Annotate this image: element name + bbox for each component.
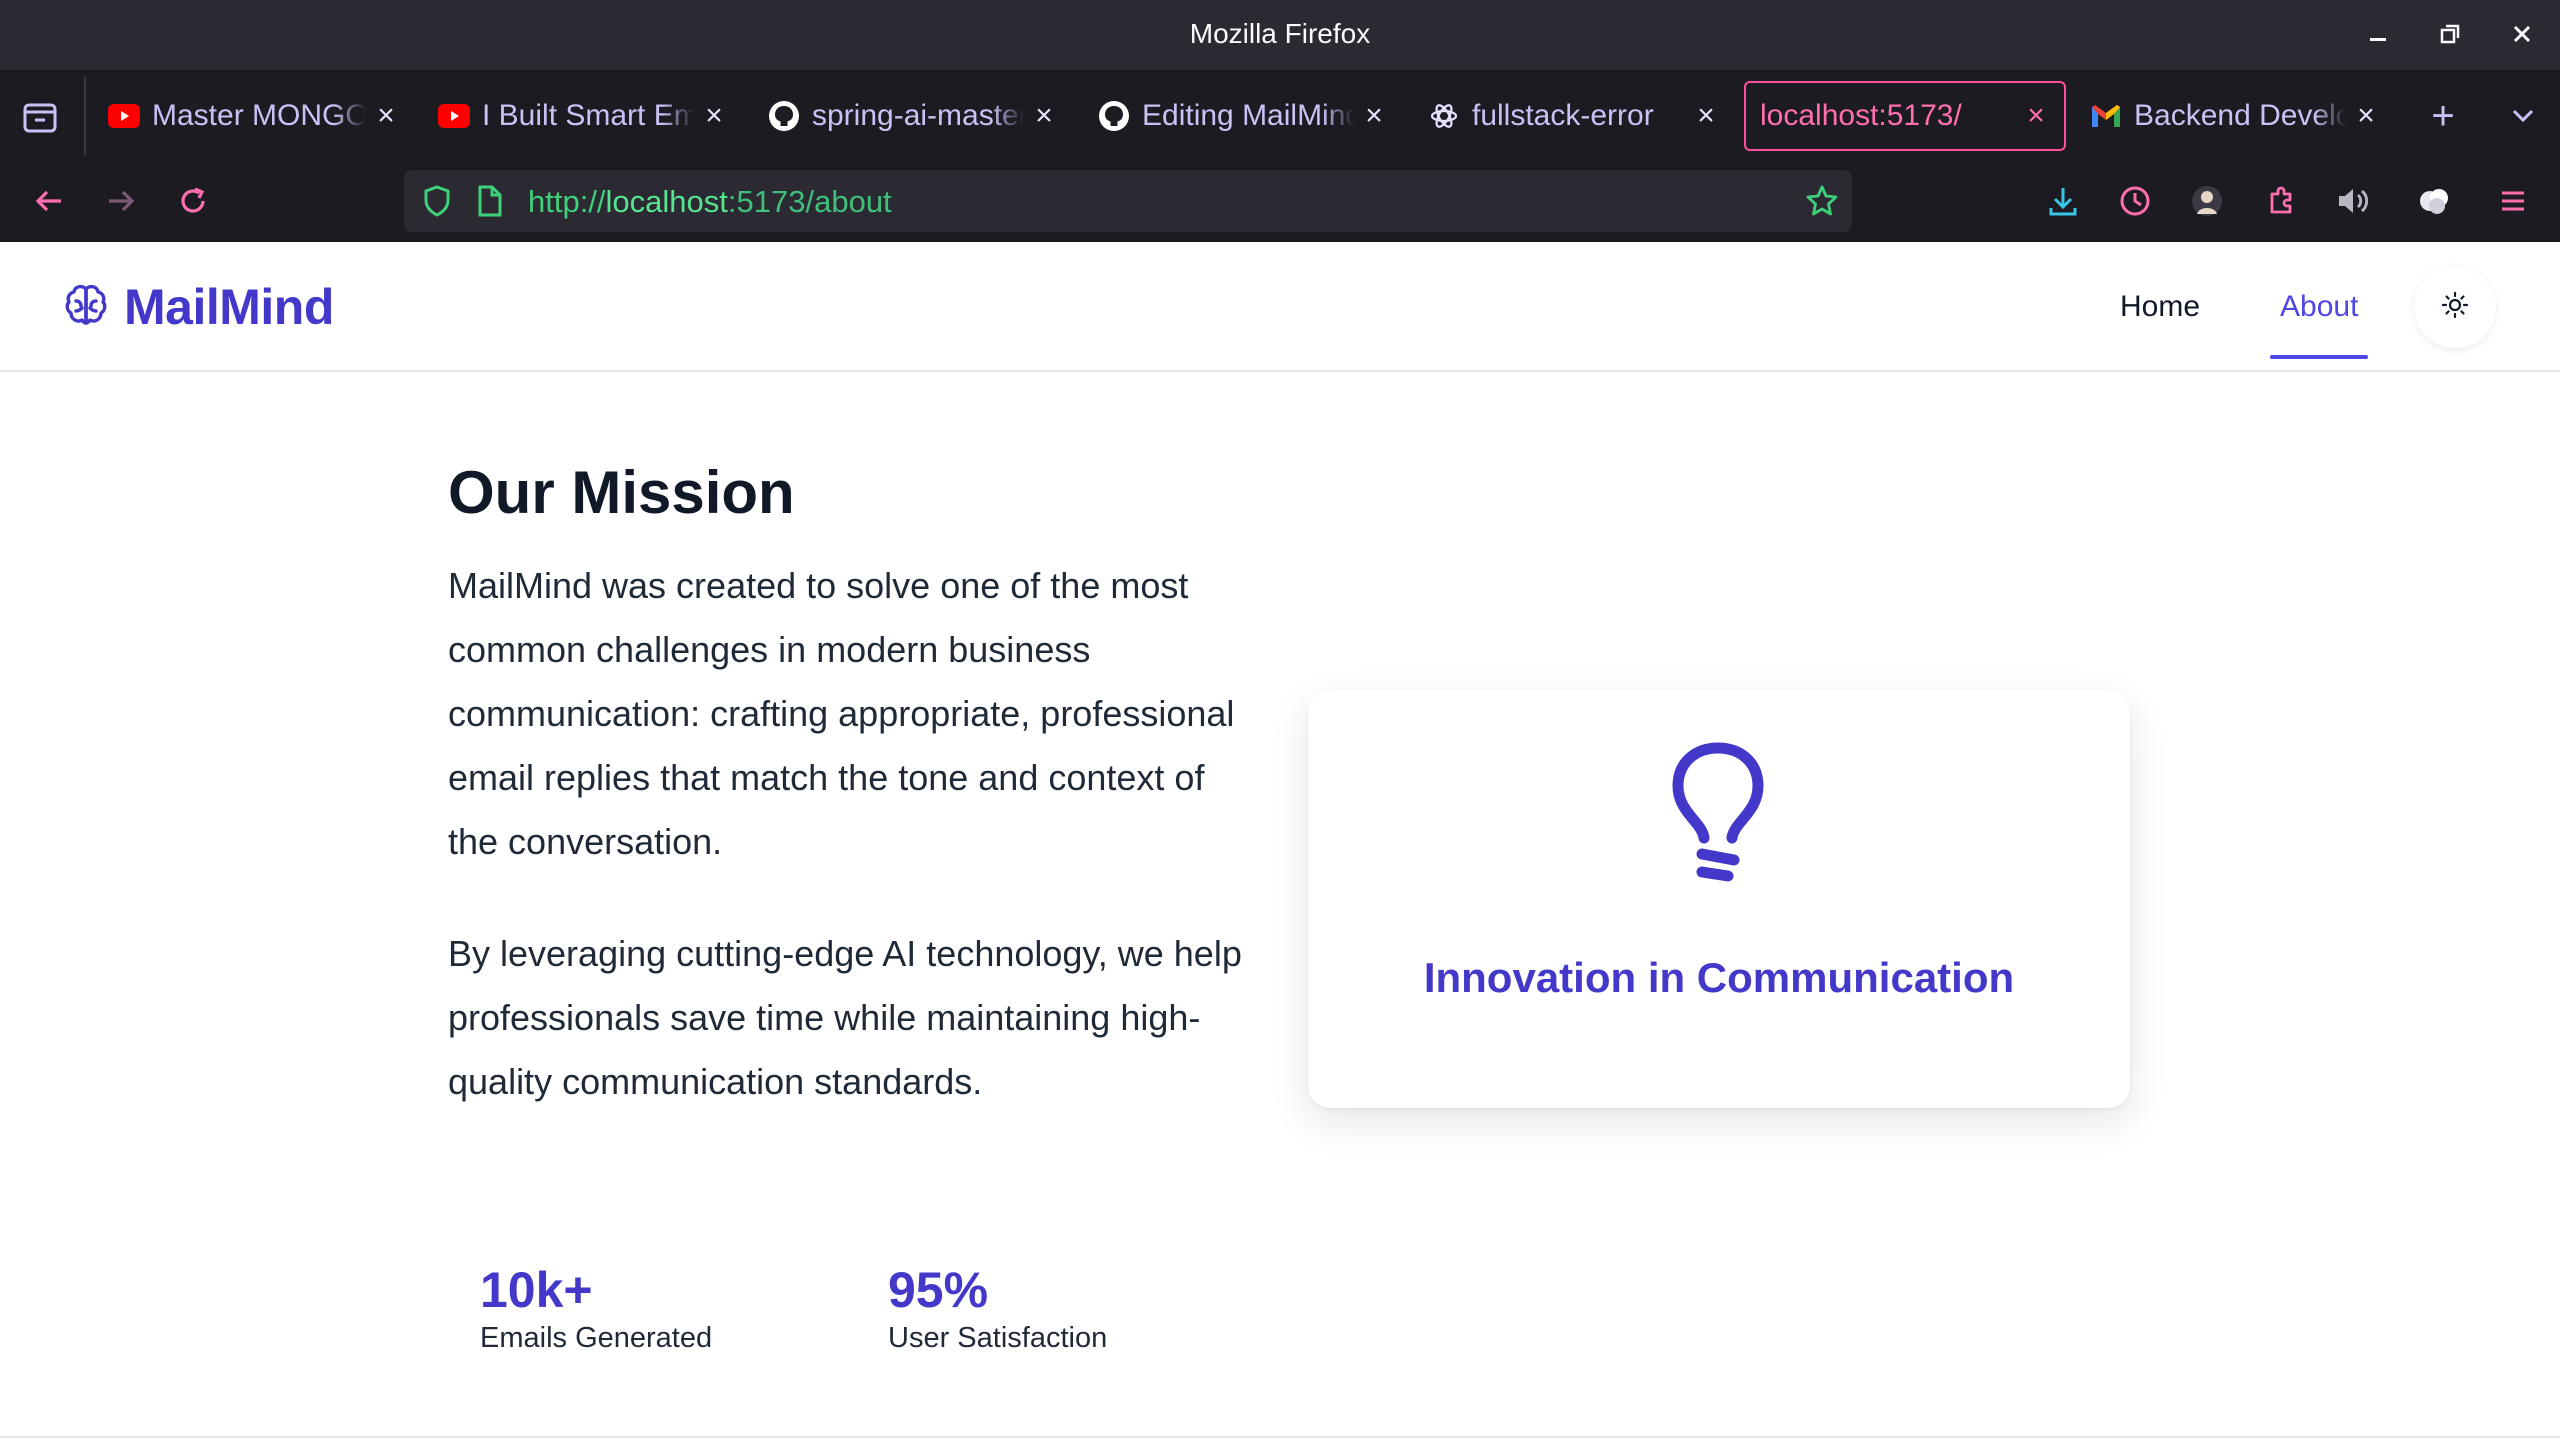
- nav-home-link[interactable]: Home: [2120, 290, 2200, 324]
- window-title: Mozilla Firefox: [1189, 18, 1371, 49]
- openai-icon: [1428, 100, 1460, 132]
- stat-emails-generated: 10k+ Emails Generated: [480, 1262, 712, 1355]
- bookmark-star-icon[interactable]: [1804, 183, 1840, 224]
- url-text[interactable]: http://localhost:5173/about: [528, 184, 892, 220]
- tab-youtube-mongodb[interactable]: Master MONGODB ×: [108, 81, 400, 151]
- navigation-toolbar: http://localhost:5173/about: [0, 160, 2560, 242]
- reload-button[interactable]: [168, 176, 218, 226]
- tab-localhost-active[interactable]: localhost:5173/ ×: [1744, 81, 2066, 151]
- tab-github-editing-mailmind[interactable]: Editing MailMind ×: [1098, 81, 1388, 151]
- gmail-icon: [2090, 100, 2122, 132]
- container-icon[interactable]: [2410, 176, 2460, 226]
- forward-button[interactable]: [96, 176, 146, 226]
- list-all-tabs-icon[interactable]: [2498, 91, 2548, 141]
- stat-value: 95%: [888, 1262, 989, 1318]
- history-icon[interactable]: [2110, 176, 2160, 226]
- tab-close-icon[interactable]: ×: [1692, 99, 1720, 133]
- tab-close-icon[interactable]: ×: [700, 99, 728, 133]
- stat-value: 10k+: [480, 1262, 593, 1318]
- tab-chatgpt-fullstack-error[interactable]: fullstack-error ×: [1428, 81, 1720, 151]
- tab-separator: [84, 77, 86, 155]
- window-titlebar: Mozilla Firefox: [0, 0, 2560, 70]
- speaker-icon[interactable]: [2328, 176, 2378, 226]
- tab-label: Editing MailMind: [1142, 99, 1354, 132]
- mission-paragraph-2: By leveraging cutting-edge AI technology…: [448, 933, 1242, 1102]
- tab-strip: Master MONGODB × I Built Smart Email × s…: [0, 70, 2560, 160]
- new-tab-button[interactable]: +: [2418, 91, 2468, 141]
- tab-close-icon[interactable]: ×: [2022, 99, 2050, 133]
- extensions-icon[interactable]: [2256, 176, 2306, 226]
- tab-github-spring-ai[interactable]: spring-ai-master ×: [768, 81, 1058, 151]
- theme-toggle-button[interactable]: [2414, 266, 2496, 348]
- tab-label: fullstack-error: [1472, 99, 1654, 132]
- mission-heading: Our Mission: [448, 459, 795, 526]
- close-icon[interactable]: [2500, 14, 2544, 58]
- tab-label: Master MONGODB: [152, 99, 366, 132]
- nav-about-link[interactable]: About: [2280, 290, 2358, 324]
- tab-label: localhost:5173/: [1760, 99, 1962, 132]
- site-header: MailMind Home About: [0, 242, 2560, 372]
- tab-close-icon[interactable]: ×: [372, 99, 400, 133]
- shield-icon[interactable]: [420, 184, 454, 223]
- tab-youtube-smart-email[interactable]: I Built Smart Email ×: [438, 81, 728, 151]
- menu-hamburger-icon[interactable]: [2488, 176, 2538, 226]
- tab-label: Backend Developer: [2134, 99, 2346, 132]
- sun-icon: [2440, 290, 2470, 325]
- account-avatar-icon[interactable]: [2182, 176, 2232, 226]
- back-button[interactable]: [24, 176, 74, 226]
- stat-user-satisfaction: 95% User Satisfaction: [888, 1262, 1107, 1355]
- tab-close-icon[interactable]: ×: [2352, 99, 2380, 133]
- tab-close-icon[interactable]: ×: [1030, 99, 1058, 133]
- downloads-icon[interactable]: [2038, 176, 2088, 226]
- site-logo[interactable]: MailMind: [62, 278, 334, 336]
- page-info-icon[interactable]: [474, 184, 504, 223]
- lightbulb-icon: [1668, 740, 1768, 895]
- restore-icon[interactable]: [2428, 14, 2472, 58]
- page-viewport: MailMind Home About Our Mission MailMind…: [0, 242, 2560, 1440]
- brand-name: MailMind: [124, 279, 334, 335]
- minimize-icon[interactable]: [2356, 14, 2400, 58]
- tab-label: spring-ai-master: [812, 99, 1024, 132]
- stat-label: Emails Generated: [480, 1322, 713, 1354]
- tab-label: I Built Smart Email: [482, 99, 694, 132]
- tab-gmail-backend-developer[interactable]: Backend Developer ×: [2090, 81, 2380, 151]
- github-icon: [1098, 100, 1130, 132]
- active-nav-indicator: [2270, 355, 2368, 359]
- youtube-icon: [438, 100, 470, 132]
- innovation-card: Innovation in Communication: [1308, 690, 2130, 1108]
- youtube-icon: [108, 100, 140, 132]
- brain-icon: [62, 281, 110, 334]
- github-icon: [768, 100, 800, 132]
- mission-paragraph-1: MailMind was created to solve one of the…: [448, 565, 1235, 862]
- card-title: Innovation in Communication: [1423, 954, 2015, 1001]
- tab-close-icon[interactable]: ×: [1360, 99, 1388, 133]
- url-bar[interactable]: http://localhost:5173/about: [404, 170, 1852, 232]
- tab-groups-icon[interactable]: [16, 93, 64, 141]
- stat-label: User Satisfaction: [888, 1322, 1108, 1354]
- footer-divider: [0, 1436, 2560, 1438]
